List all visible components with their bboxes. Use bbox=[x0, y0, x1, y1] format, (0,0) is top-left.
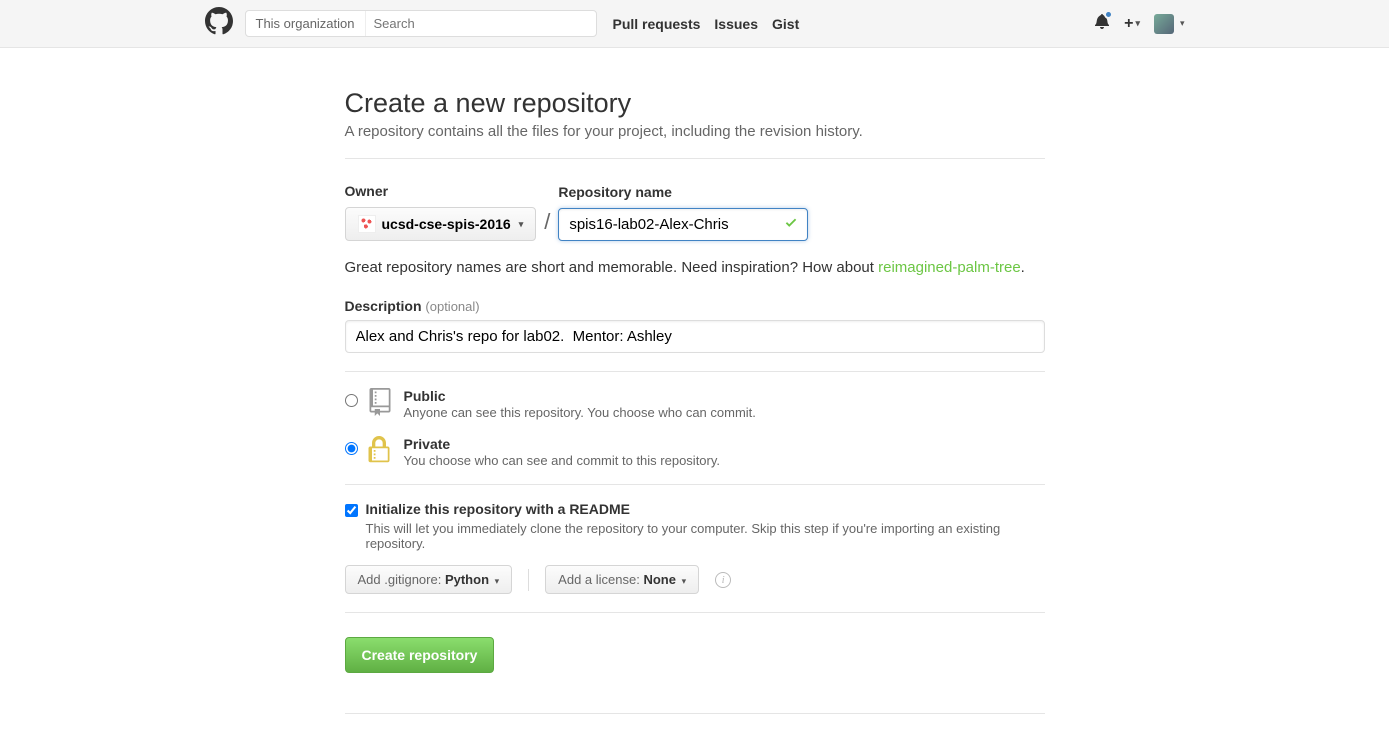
notifications-icon[interactable] bbox=[1094, 13, 1110, 34]
page-title: Create a new repository bbox=[345, 88, 1045, 119]
owner-value: ucsd-cse-spis-2016 bbox=[382, 216, 511, 232]
nav-gist[interactable]: Gist bbox=[772, 16, 799, 32]
private-title: Private bbox=[404, 436, 721, 452]
divider bbox=[528, 569, 529, 591]
repo-name-input[interactable] bbox=[558, 208, 808, 241]
repo-public-icon bbox=[368, 388, 394, 421]
public-radio[interactable] bbox=[345, 394, 358, 407]
nav-pull-requests[interactable]: Pull requests bbox=[613, 16, 701, 32]
notification-dot-icon bbox=[1104, 10, 1113, 19]
nav-links: Pull requests Issues Gist bbox=[613, 16, 800, 32]
visibility-public-row: Public Anyone can see this repository. Y… bbox=[345, 388, 1045, 422]
private-note: You choose who can see and commit to thi… bbox=[404, 453, 721, 468]
gitignore-dropdown[interactable]: Add .gitignore: Python ▾ bbox=[345, 565, 513, 594]
caret-down-icon: ▾ bbox=[519, 219, 524, 230]
init-readme-note: This will let you immediately clone the … bbox=[366, 521, 1045, 551]
lock-icon bbox=[368, 436, 394, 469]
nav-issues[interactable]: Issues bbox=[714, 16, 758, 32]
license-dropdown[interactable]: Add a license: None ▾ bbox=[545, 565, 699, 594]
visibility-private-row: Private You choose who can see and commi… bbox=[345, 436, 1045, 470]
init-readme-checkbox[interactable] bbox=[345, 504, 358, 517]
user-menu[interactable]: ▾ bbox=[1154, 14, 1185, 34]
page-subtitle: A repository contains all the files for … bbox=[345, 123, 1045, 140]
search-scope[interactable]: This organization bbox=[246, 11, 366, 36]
create-menu[interactable]: + ▾ bbox=[1124, 15, 1140, 33]
search-input[interactable] bbox=[366, 11, 596, 36]
github-logo[interactable] bbox=[205, 7, 233, 40]
caret-down-icon: ▾ bbox=[1135, 18, 1140, 29]
slash-separator: / bbox=[544, 209, 550, 241]
header: This organization Pull requests Issues G… bbox=[0, 0, 1389, 48]
main-content: Create a new repository A repository con… bbox=[345, 88, 1045, 714]
info-icon[interactable]: i bbox=[715, 572, 731, 588]
create-repository-button[interactable]: Create repository bbox=[345, 637, 495, 673]
plus-icon: + bbox=[1124, 15, 1133, 33]
description-input[interactable] bbox=[345, 320, 1045, 353]
search-box: This organization bbox=[245, 10, 597, 37]
owner-dropdown[interactable]: ucsd-cse-spis-2016 ▾ bbox=[345, 207, 537, 241]
check-icon bbox=[784, 215, 798, 234]
private-radio[interactable] bbox=[345, 442, 358, 455]
repo-name-hint: Great repository names are short and mem… bbox=[345, 259, 1045, 276]
owner-label: Owner bbox=[345, 183, 537, 199]
public-title: Public bbox=[404, 388, 756, 404]
init-readme-title: Initialize this repository with a README bbox=[366, 501, 630, 517]
name-suggestion-link[interactable]: reimagined-palm-tree bbox=[878, 259, 1021, 276]
caret-down-icon: ▾ bbox=[682, 576, 687, 586]
public-note: Anyone can see this repository. You choo… bbox=[404, 405, 756, 420]
caret-down-icon: ▾ bbox=[495, 576, 500, 586]
avatar bbox=[1154, 14, 1174, 34]
repo-name-label: Repository name bbox=[558, 184, 808, 200]
org-avatar-icon bbox=[358, 215, 376, 233]
caret-down-icon: ▾ bbox=[1180, 18, 1185, 29]
description-label: Description (optional) bbox=[345, 298, 1045, 314]
